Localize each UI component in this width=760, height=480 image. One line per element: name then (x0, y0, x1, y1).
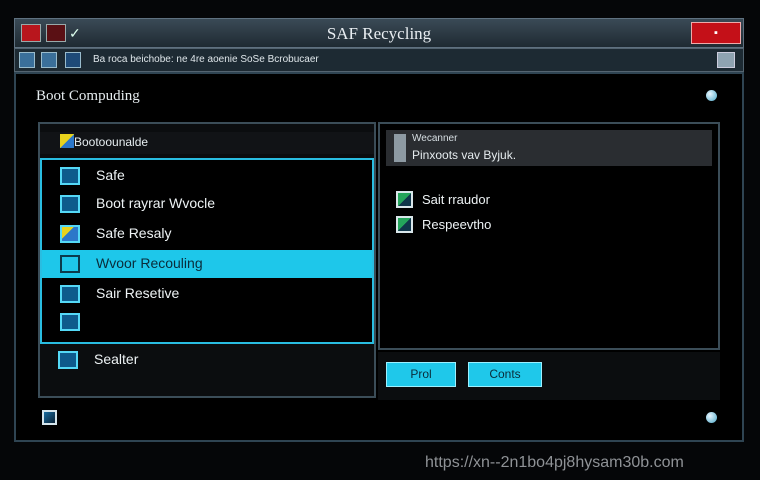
toolbar-settings-icon[interactable] (717, 52, 735, 68)
toolbar-folder-icon[interactable] (41, 52, 57, 68)
close-icon: ▪ (714, 27, 718, 39)
options-header: Bootoounalde (40, 132, 374, 154)
previous-button[interactable]: Prol (386, 362, 456, 387)
list-item-boot-repair[interactable]: Boot rayrar Wvocle (42, 190, 372, 218)
folder-icon (60, 225, 80, 243)
list-item-bottom[interactable]: Sealter (40, 346, 374, 374)
options-header-label: Bootoounalde (74, 135, 149, 149)
list-item-label: Sair Resetive (96, 285, 180, 301)
list-item-label: Safe Resaly (96, 225, 172, 241)
toolbar-path-text: Ba roca beichobe: ne 4re aoenie SoSe Bcr… (93, 54, 319, 65)
folder-icon (60, 285, 80, 303)
list-item-recycling-selected[interactable]: Wvoor Recouling (42, 250, 372, 278)
title-bar: ✓ SAF Recycling ▪ (14, 18, 744, 48)
continue-button[interactable]: Conts (468, 362, 542, 387)
list-item-safe-ready[interactable]: Safe Resaly (42, 220, 372, 248)
watermark-url: https://xn--2n1bo4pj8hysam30b.com (425, 454, 684, 471)
toolbar: Ba roca beichobe: ne 4re aoenie SoSe Bcr… (14, 48, 744, 72)
folder-icon (60, 195, 80, 213)
window-title: SAF Recycling (326, 24, 432, 43)
drive-icon (394, 134, 406, 162)
details-item-label: Respeevtho (422, 217, 492, 232)
page-title: Boot Compuding (36, 88, 140, 104)
details-header: Wecanner Pinxoots vav Byjuk. (386, 130, 712, 166)
list-item-safe-restore[interactable]: Sair Resetive (42, 280, 372, 308)
list-item-label: Boot rayrar Wvocle (96, 195, 216, 211)
boot-options-list: Safe Boot rayrar Wvocle Safe Resaly Wvoo… (40, 158, 374, 344)
options-panel: Bootoounalde Safe Boot rayrar Wvocle Saf… (38, 122, 376, 398)
folder-icon (60, 313, 80, 331)
details-panel: Wecanner Pinxoots vav Byjuk. Sait rraudo… (378, 122, 720, 350)
toolbar-disk-icon[interactable] (19, 52, 35, 68)
toolbar-doc-icon[interactable] (65, 52, 81, 68)
details-header-subtitle: Pinxoots vav Byjuk. (412, 148, 517, 162)
list-item-empty[interactable] (42, 308, 372, 336)
folder-icon (58, 351, 78, 369)
details-item-label: Sait rraudor (422, 192, 490, 207)
list-item-label: Safe (96, 167, 125, 183)
header-folder-icon (60, 134, 74, 148)
indicator-dot-icon (706, 90, 717, 101)
button-bar: Prol Conts (378, 352, 720, 400)
check-icon (396, 191, 413, 208)
list-item-safe[interactable]: Safe (42, 162, 372, 190)
folder-icon (60, 167, 80, 185)
close-button[interactable]: ▪ (691, 22, 741, 44)
folder-icon (60, 255, 80, 273)
main-window: Boot Compuding Bootoounalde Safe Boot ra… (14, 72, 744, 442)
check-icon (396, 216, 413, 233)
status-icon[interactable] (42, 410, 57, 425)
list-item-label: Sealter (94, 351, 139, 367)
status-dot-icon (706, 412, 717, 423)
details-header-title: Wecanner (412, 133, 458, 144)
list-item-label: Wvoor Recouling (96, 255, 203, 271)
